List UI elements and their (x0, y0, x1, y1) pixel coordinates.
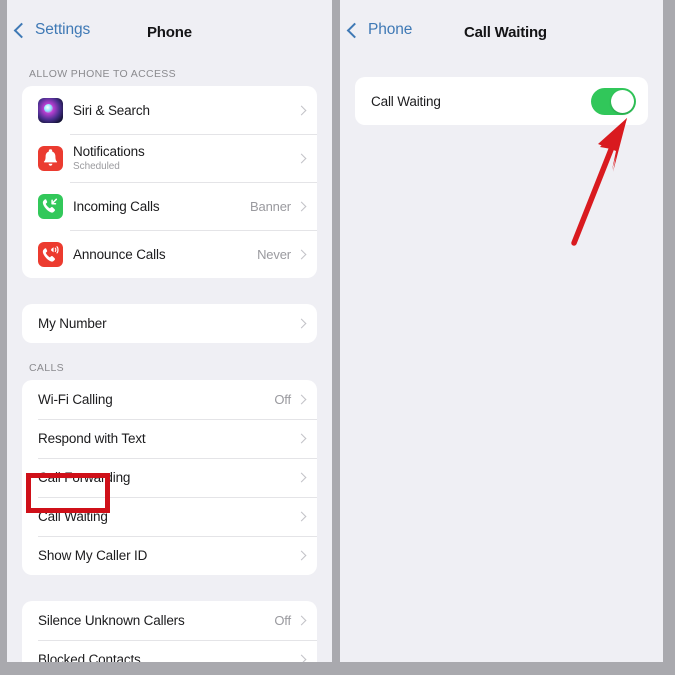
chevron-right-icon (296, 511, 307, 522)
row-show-my-caller-id[interactable]: Show My Caller ID (22, 536, 317, 575)
chevron-right-icon (296, 472, 307, 483)
section-header-calls: CALLS (29, 362, 65, 374)
row-label: Show My Caller ID (38, 548, 148, 563)
right-navbar: Phone Call Waiting (340, 0, 663, 58)
chevron-right-icon (296, 654, 307, 662)
row-call-waiting[interactable]: Call Waiting (22, 497, 317, 536)
page-title: Call Waiting (464, 24, 547, 41)
chevron-right-icon (296, 394, 307, 405)
back-to-phone-button[interactable]: Phone (346, 21, 413, 39)
row-label: Call Waiting (38, 509, 108, 524)
bell-icon (38, 145, 63, 171)
row-text: Announce Calls (73, 246, 166, 262)
row-value: Never (257, 246, 291, 262)
row-label: Silence Unknown Callers (38, 613, 185, 628)
call-waiting-toggle[interactable] (591, 87, 636, 115)
row-label: Siri & Search (73, 102, 150, 118)
incoming-call-glyph (42, 198, 58, 213)
siri-icon (38, 97, 63, 123)
chevron-left-icon (13, 22, 30, 38)
back-button-label: Phone (368, 21, 413, 38)
my-number-card: My Number (22, 304, 317, 343)
row-respond-with-text[interactable]: Respond with Text (22, 419, 317, 458)
chevron-right-icon (296, 153, 307, 163)
row-label: Notifications (73, 144, 145, 159)
back-to-settings-button[interactable]: Settings (13, 21, 91, 39)
chevron-right-icon (296, 201, 307, 211)
row-siri-and-search[interactable]: Siri & Search (22, 86, 317, 134)
chevron-right-icon (296, 550, 307, 561)
row-notifications[interactable]: Notifications Scheduled (22, 134, 317, 182)
row-label: Respond with Text (38, 431, 146, 446)
phone-settings-panel: Settings Phone ALLOW PHONE TO ACCESS Sir… (7, 0, 332, 662)
incoming-call-icon (38, 193, 63, 219)
announce-call-glyph (42, 245, 59, 262)
row-label: Incoming Calls (73, 198, 160, 214)
chevron-right-icon (296, 105, 307, 115)
row-call-forwarding[interactable]: Call Forwarding (22, 458, 317, 497)
call-waiting-panel: Phone Call Waiting Call Waiting (340, 0, 663, 662)
row-value: Off (274, 392, 291, 407)
left-navbar: Settings Phone (7, 0, 332, 58)
chevron-left-icon (346, 22, 363, 38)
row-label: Call Waiting (371, 93, 441, 109)
row-call-waiting-toggle[interactable]: Call Waiting (355, 77, 648, 125)
row-incoming-calls[interactable]: Incoming Calls Banner (22, 182, 317, 230)
back-button-label: Settings (35, 21, 91, 38)
row-label: Announce Calls (73, 246, 166, 262)
screenshot-stage: Settings Phone ALLOW PHONE TO ACCESS Sir… (0, 0, 675, 675)
row-label: Blocked Contacts (38, 652, 141, 662)
row-text: Siri & Search (73, 103, 150, 118)
silence-card: Silence Unknown Callers Off Blocked Cont… (22, 601, 317, 662)
row-label: Wi-Fi Calling (38, 392, 113, 407)
allow-access-card: Siri & Search Notifications Scheduled In… (22, 86, 317, 278)
call-waiting-card: Call Waiting (355, 77, 648, 125)
row-text: Incoming Calls (73, 198, 160, 214)
row-silence-unknown-callers[interactable]: Silence Unknown Callers Off (22, 601, 317, 640)
row-text: Notifications Scheduled (73, 144, 145, 172)
chevron-right-icon (296, 433, 307, 444)
row-label: Call Forwarding (38, 470, 131, 485)
row-wifi-calling[interactable]: Wi-Fi Calling Off (22, 380, 317, 419)
calls-card: Wi-Fi Calling Off Respond with Text Call… (22, 380, 317, 575)
bell-glyph (43, 148, 58, 166)
row-subtitle: Scheduled (73, 161, 120, 172)
chevron-right-icon (296, 318, 307, 329)
row-my-number[interactable]: My Number (22, 304, 317, 343)
row-announce-calls[interactable]: Announce Calls Never (22, 230, 317, 278)
row-label: My Number (38, 316, 107, 331)
toggle-knob (611, 89, 634, 113)
page-title: Phone (147, 24, 192, 41)
chevron-right-icon (296, 615, 307, 626)
row-value: Off (274, 613, 291, 628)
chevron-right-icon (296, 249, 307, 259)
row-blocked-contacts[interactable]: Blocked Contacts (22, 640, 317, 662)
row-value: Banner (249, 198, 291, 214)
section-header-allow-access: ALLOW PHONE TO ACCESS (29, 68, 177, 80)
announce-call-icon (38, 241, 63, 267)
